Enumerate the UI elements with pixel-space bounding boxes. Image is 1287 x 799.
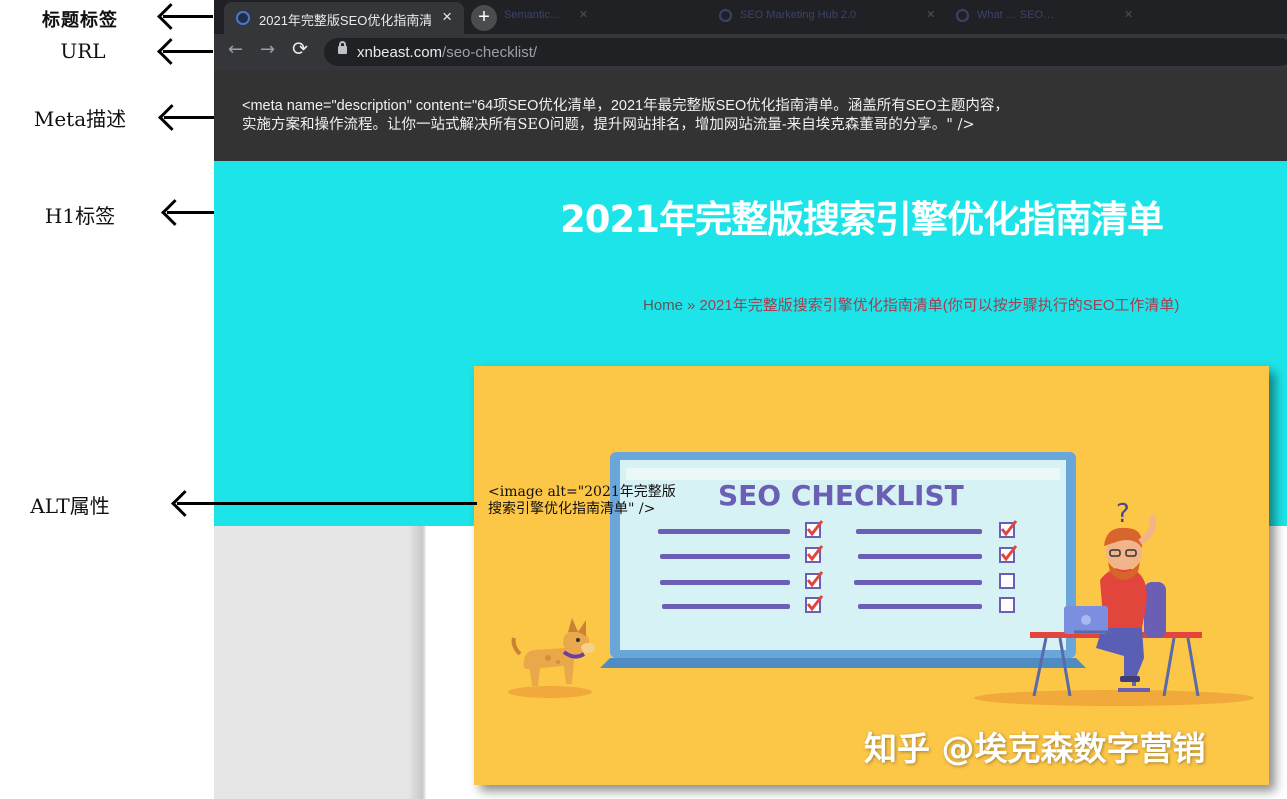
checklist-line [662,604,790,609]
address-bar[interactable]: xnbeast.com/seo-checklist/ [324,38,1287,66]
forward-arrow-icon[interactable]: → [260,39,275,60]
tab-title: What … SEO… [977,9,1055,21]
checklist-line [858,604,982,609]
close-icon[interactable]: ✕ [579,9,588,21]
checklist-line [858,554,982,559]
tab-active[interactable]: 2021年完整版SEO优化指南清单 × [224,2,464,34]
arrow-left-icon [163,50,213,53]
checklist-line [856,529,982,534]
breadcrumb: Home» 2021年完整版搜索引擎优化指南清单(你可以按步骤执行的SEO工作清单… [643,294,1179,315]
checklist-line [660,580,790,585]
breadcrumb-home-link[interactable]: Home [643,297,683,314]
annotation-label: 标题标签 [42,10,118,31]
tab-strip: 2021年完整版SEO优化指南清单 × + Semantic… ✕ SEO Mar… [214,0,1287,34]
annotation-label: Meta描述 [33,107,127,131]
image-alt-code: <image alt="2021年完整版 搜索引擎优化指南清单" /> [488,484,676,518]
tab-title: Semantic… [504,9,561,21]
floor-shadow [974,690,1254,706]
site-favicon-icon [236,11,250,25]
question-mark-icon: ? [1116,499,1130,529]
meta-description-panel: <meta name="description" content="64项SEO… [214,70,1287,161]
site-favicon-icon [956,8,969,22]
annotation-url: URL [0,32,214,72]
close-icon[interactable]: ✕ [926,9,935,21]
lock-icon[interactable] [338,41,347,54]
back-arrow-icon[interactable]: ← [228,39,243,60]
reload-icon[interactable]: ⟳ [292,38,308,60]
dog-illustration [508,618,595,698]
meta-line-2: 实施方案和操作流程。让你一站式解决所有SEO问题，提升网站排名，增加网站流量-来… [242,117,975,133]
checklist-line [658,529,790,534]
url-path: /seo-checklist/ [442,44,538,61]
page-title: 2021年完整版搜索引擎优化指南清单 [560,198,1164,241]
arrow-left-icon [177,502,477,505]
checklist-line [854,580,982,585]
arrow-left-icon [163,15,213,18]
tab-title: SEO Marketing Hub 2.0 [740,9,857,21]
tab-title: 2021年完整版SEO优化指南清单 [259,13,431,28]
arrow-left-icon [164,116,214,119]
site-favicon-icon [719,8,732,22]
checkbox-icon [999,573,1015,589]
breadcrumb-current-link[interactable]: 2021年完整版搜索引擎优化指南清单(你可以按步骤执行的SEO工作清单) [699,297,1179,314]
alt-line-2: 搜索引擎优化指南清单" /> [488,501,656,517]
annotation-meta-description: Meta描述 [0,98,214,138]
breadcrumb-separator: » [687,297,696,314]
close-icon[interactable]: × [442,7,452,27]
featured-image: SEO CHECKLIST ? <image alt="2021年完整版 搜索引… [474,366,1269,785]
url-host: xnbeast.com [357,44,443,61]
tab-background[interactable]: Semantic… ✕ [504,8,588,26]
board-ledge [600,658,1086,668]
meta-line-1: <meta name="description" content="64项SEO… [242,98,1009,114]
checklist-line [660,554,790,559]
close-icon[interactable]: ✕ [1124,9,1133,21]
content-background [214,526,426,799]
tab-background[interactable]: What … SEO… ✕ [956,8,1133,26]
annotation-label: ALT属性 [30,494,110,518]
meta-description-code: <meta name="description" content="64项SEO… [242,97,1242,135]
browser-toolbar: ← → ⟳ xnbeast.com/seo-checklist/ [214,34,1287,70]
tab-background[interactable]: SEO Marketing Hub 2.0 ✕ [719,8,935,26]
alt-line-1: <image alt="2021年完整版 [488,484,676,500]
url-text[interactable]: xnbeast.com/seo-checklist/ [357,44,537,61]
annotation-label: URL [60,39,106,63]
content-card-shadow [408,526,426,799]
annotation-label: H1标签 [44,204,116,228]
new-tab-button[interactable]: + [471,5,497,31]
checkbox-icon [999,597,1015,613]
board-title: SEO CHECKLIST [718,479,964,512]
zhihu-watermark: 知乎 @埃克森数字营销 [864,729,1206,768]
